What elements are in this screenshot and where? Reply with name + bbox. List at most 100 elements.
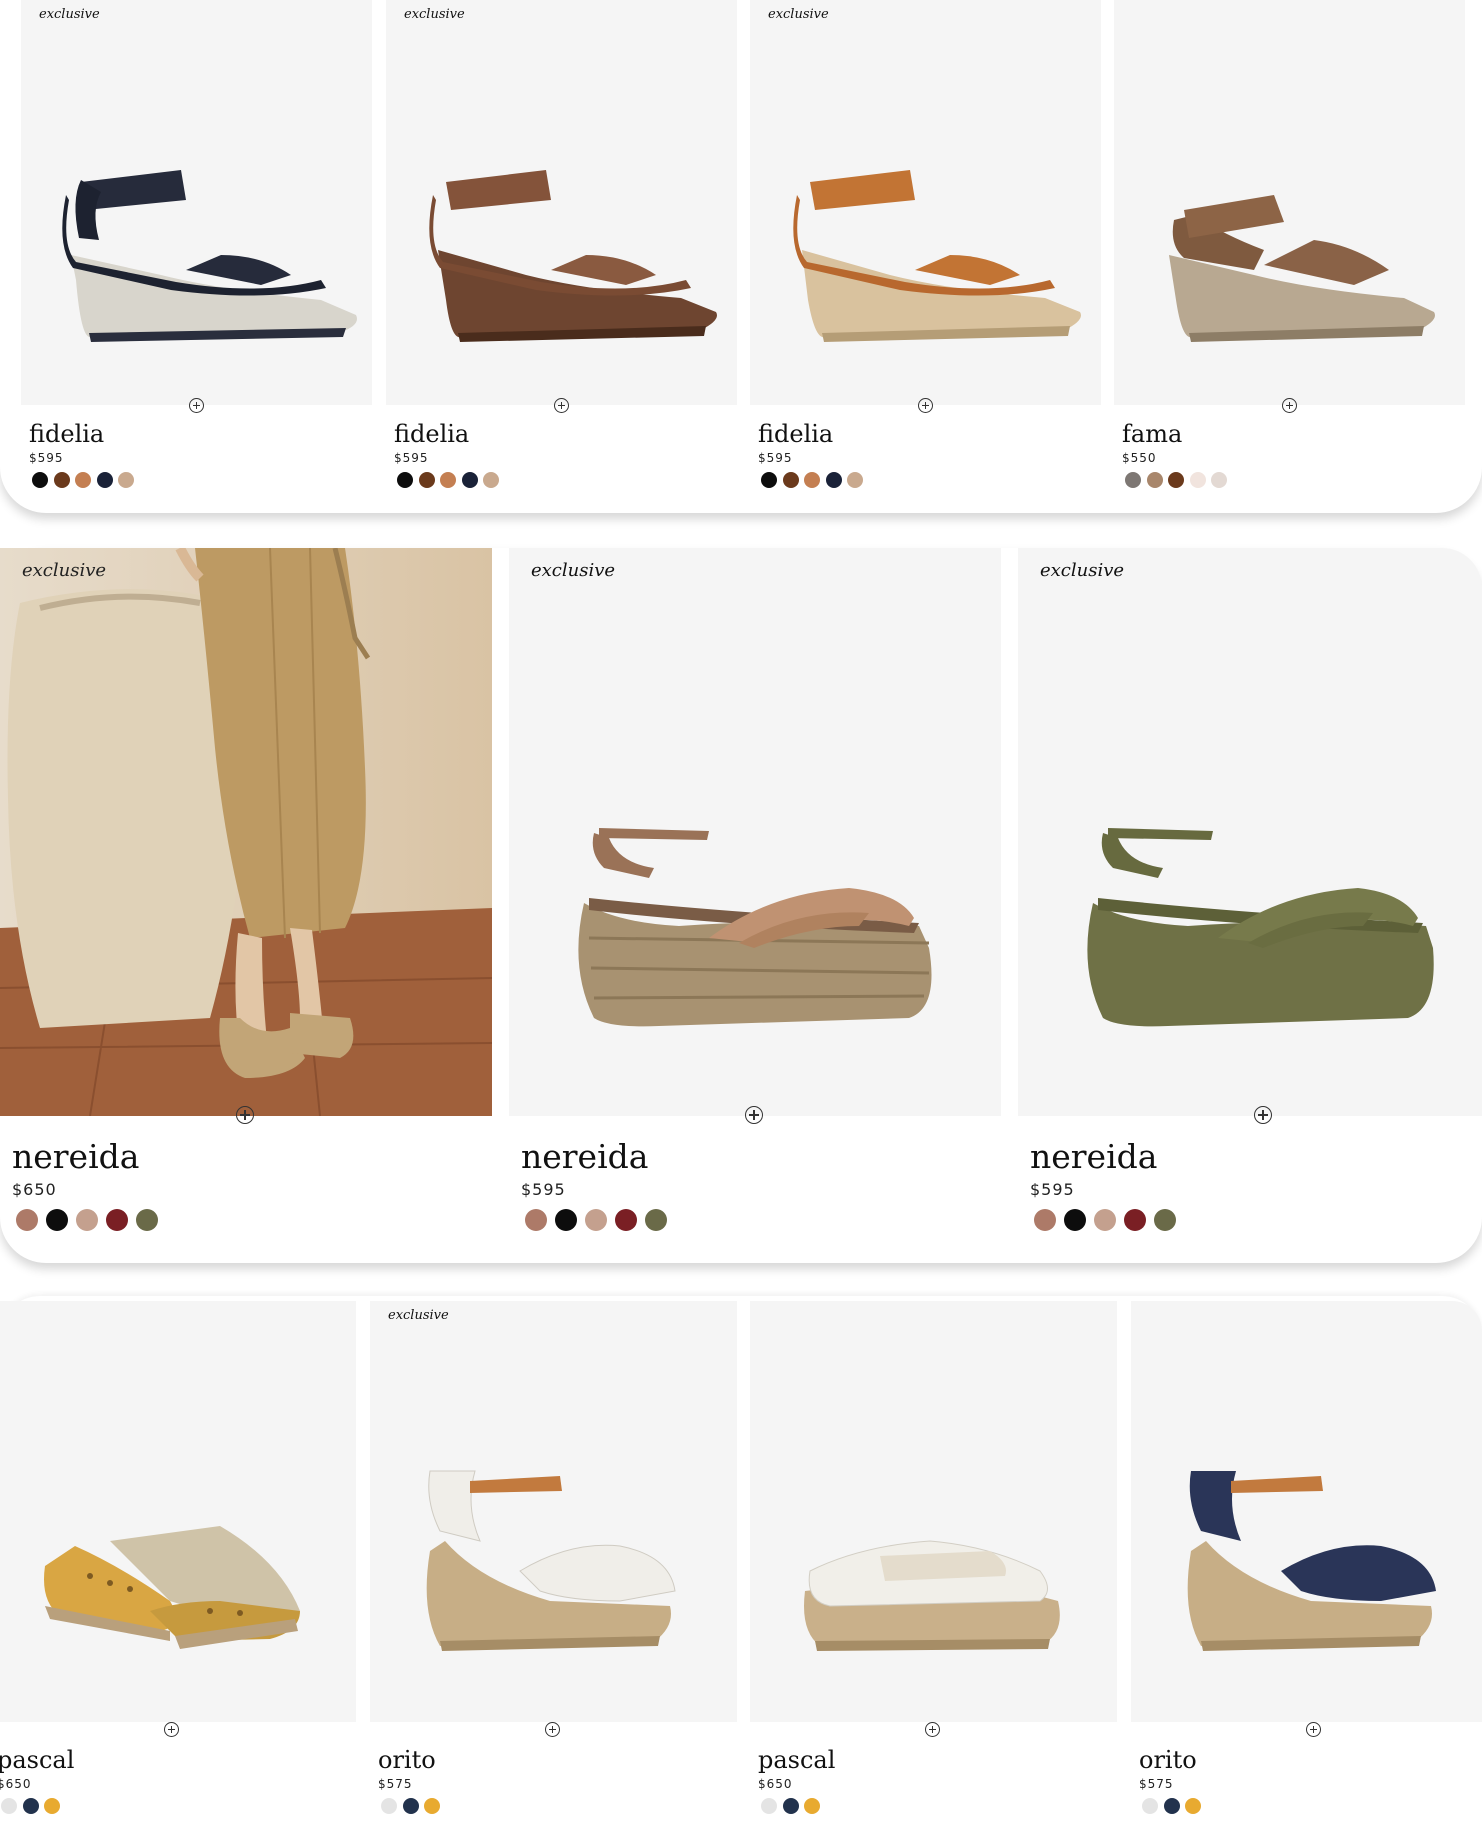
color-swatch[interactable]: [761, 1798, 777, 1814]
product-name[interactable]: pascal: [758, 1746, 835, 1774]
color-swatch[interactable]: [96, 472, 113, 488]
product-name[interactable]: pascal: [0, 1746, 74, 1774]
color-swatch[interactable]: [1064, 1209, 1086, 1231]
product-image[interactable]: [750, 1301, 1117, 1722]
product-card[interactable]: exclusive fidelia $595: [386, 0, 737, 513]
color-swatch[interactable]: [32, 472, 48, 488]
product-name[interactable]: fidelia: [394, 420, 469, 448]
product-card[interactable]: exclusive orito $575: [370, 1301, 737, 1838]
color-swatch[interactable]: [645, 1209, 667, 1231]
color-swatch[interactable]: [1034, 1209, 1056, 1231]
plus-circle-icon[interactable]: [745, 1106, 763, 1124]
plus-circle-icon[interactable]: [164, 1722, 179, 1737]
product-price: $575: [1139, 1777, 1174, 1791]
product-card[interactable]: pascal $650: [0, 1301, 356, 1838]
product-image[interactable]: exclusive: [0, 548, 492, 1116]
product-name[interactable]: nereida: [521, 1137, 648, 1176]
product-card[interactable]: exclusive fidelia $595: [21, 0, 372, 513]
color-swatch[interactable]: [782, 1798, 799, 1814]
product-card[interactable]: exclusive fidelia $595: [750, 0, 1101, 513]
product-image[interactable]: [0, 1301, 356, 1722]
product-name[interactable]: fidelia: [29, 420, 104, 448]
color-swatch[interactable]: [1, 1798, 17, 1814]
color-swatch[interactable]: [46, 1209, 68, 1231]
color-swatch[interactable]: [1154, 1209, 1176, 1231]
exclusive-badge: exclusive: [404, 7, 465, 22]
plus-circle-icon[interactable]: [925, 1722, 940, 1737]
product-image[interactable]: exclusive: [386, 0, 737, 405]
color-swatch[interactable]: [804, 472, 820, 488]
color-swatch[interactable]: [44, 1798, 60, 1814]
product-card[interactable]: exclusive nereida $595: [1018, 548, 1482, 1263]
color-swatch[interactable]: [106, 1209, 128, 1231]
color-swatch[interactable]: [483, 472, 499, 488]
color-swatch[interactable]: [16, 1209, 38, 1231]
product-price: $595: [1030, 1180, 1075, 1199]
color-swatch[interactable]: [1094, 1209, 1116, 1231]
color-swatch[interactable]: [761, 472, 777, 488]
product-card[interactable]: exclusive nereida $650: [0, 548, 492, 1263]
plus-circle-icon[interactable]: [1282, 398, 1297, 413]
product-card[interactable]: orito $575: [1131, 1301, 1482, 1838]
color-swatch[interactable]: [53, 472, 70, 488]
product-image[interactable]: exclusive: [370, 1301, 737, 1722]
product-image[interactable]: exclusive: [1018, 548, 1482, 1116]
color-swatch[interactable]: [381, 1798, 397, 1814]
color-swatch[interactable]: [118, 472, 134, 488]
plus-circle-icon[interactable]: [236, 1106, 254, 1124]
product-image[interactable]: exclusive: [509, 548, 1001, 1116]
color-swatch[interactable]: [1211, 472, 1227, 488]
plus-circle-icon[interactable]: [1306, 1722, 1321, 1737]
color-swatch[interactable]: [1146, 472, 1163, 488]
color-swatch[interactable]: [136, 1209, 158, 1231]
color-swatch[interactable]: [782, 472, 799, 488]
product-card[interactable]: exclusive nereida $595: [509, 548, 1001, 1263]
product-name[interactable]: nereida: [1030, 1137, 1157, 1176]
plus-circle-icon[interactable]: [189, 398, 204, 413]
product-card[interactable]: fama $550: [1114, 0, 1465, 513]
product-image[interactable]: exclusive: [750, 0, 1101, 405]
color-swatch[interactable]: [525, 1209, 547, 1231]
color-swatch[interactable]: [804, 1798, 820, 1814]
product-name[interactable]: fama: [1122, 420, 1182, 448]
color-swatch[interactable]: [402, 1798, 419, 1814]
plus-circle-icon[interactable]: [1254, 1106, 1272, 1124]
color-swatch[interactable]: [76, 1209, 98, 1231]
product-image[interactable]: [1131, 1301, 1482, 1722]
plus-circle-icon[interactable]: [918, 398, 933, 413]
product-row-2: exclusive nereida $650 exclusive nereida…: [0, 548, 1482, 1263]
color-swatch[interactable]: [1125, 472, 1141, 488]
product-name[interactable]: orito: [378, 1746, 436, 1774]
exclusive-badge: exclusive: [22, 560, 107, 581]
product-image[interactable]: exclusive: [21, 0, 372, 405]
color-swatch[interactable]: [1168, 472, 1184, 488]
plus-circle-icon[interactable]: [554, 398, 569, 413]
color-swatch[interactable]: [615, 1209, 637, 1231]
color-swatch[interactable]: [1163, 1798, 1180, 1814]
color-swatch[interactable]: [1142, 1798, 1158, 1814]
product-image[interactable]: [1114, 0, 1465, 405]
color-swatch[interactable]: [75, 472, 91, 488]
color-swatch[interactable]: [1124, 1209, 1146, 1231]
color-swatch[interactable]: [418, 472, 435, 488]
product-name[interactable]: nereida: [12, 1137, 139, 1176]
product-row-3: pascal $650 exclusive orito $575 pascal …: [0, 1296, 1482, 1838]
color-swatch[interactable]: [424, 1798, 440, 1814]
plus-circle-icon[interactable]: [545, 1722, 560, 1737]
color-swatch[interactable]: [585, 1209, 607, 1231]
product-name[interactable]: orito: [1139, 1746, 1197, 1774]
product-card[interactable]: pascal $650: [750, 1301, 1117, 1838]
color-swatches: [16, 1209, 166, 1231]
color-swatch[interactable]: [555, 1209, 577, 1231]
color-swatch[interactable]: [847, 472, 863, 488]
color-swatch[interactable]: [22, 1798, 39, 1814]
color-swatch[interactable]: [825, 472, 842, 488]
exclusive-badge: exclusive: [39, 7, 100, 22]
product-name[interactable]: fidelia: [758, 420, 833, 448]
color-swatch[interactable]: [1189, 472, 1206, 488]
product-price: $595: [758, 451, 793, 465]
color-swatch[interactable]: [461, 472, 478, 488]
color-swatch[interactable]: [1185, 1798, 1201, 1814]
color-swatch[interactable]: [440, 472, 456, 488]
color-swatch[interactable]: [397, 472, 413, 488]
